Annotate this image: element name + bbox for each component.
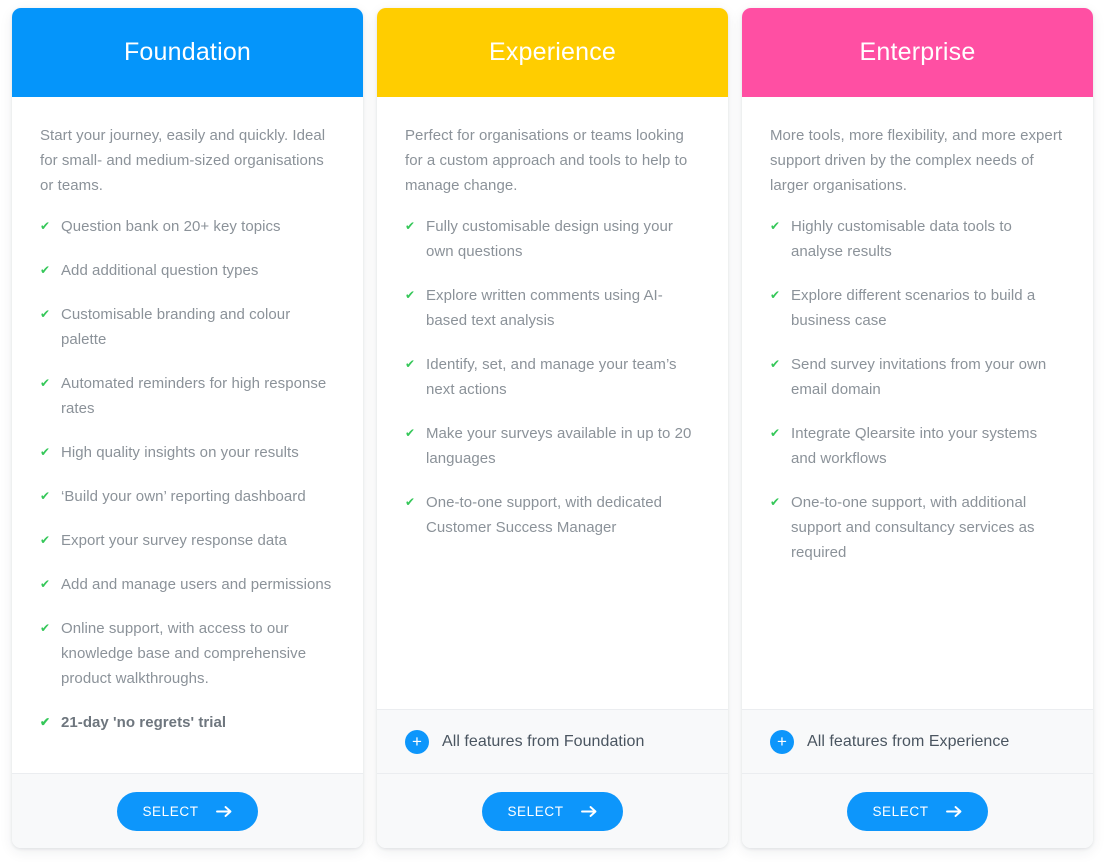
check-icon: ✔: [40, 219, 51, 233]
feature-label: One-to-one support, with additional supp…: [791, 494, 1035, 561]
feature-label: Customisable branding and colour palette: [61, 306, 291, 348]
feature-label: Online support, with access to our knowl…: [61, 620, 307, 687]
plan-description: Start your journey, easily and quickly. …: [40, 127, 326, 194]
feature-item: ✔ 21-day 'no regrets' trial: [40, 710, 335, 735]
feature-item: ✔ One-to-one support, with additional su…: [770, 490, 1065, 565]
feature-item: ✔ Question bank on 20+ key topics: [40, 214, 335, 239]
check-icon: ✔: [405, 495, 416, 509]
feature-label: Question bank on 20+ key topics: [61, 218, 281, 235]
plan-description: More tools, more flexibility, and more e…: [770, 127, 1063, 194]
feature-list-enterprise: ✔ Highly customisable data tools to anal…: [770, 214, 1065, 584]
feature-label: Explore written comments using AI-based …: [426, 287, 663, 329]
feature-label: Send survey invitations from your own em…: [791, 356, 1047, 398]
feature-item: ✔ Highly customisable data tools to anal…: [770, 214, 1065, 264]
select-button-label: SELECT: [142, 803, 199, 819]
select-button-enterprise[interactable]: SELECT: [847, 791, 988, 831]
feature-list-foundation: ✔ Question bank on 20+ key topics ✔ Add …: [40, 214, 335, 754]
includes-row-experience: + All features from Foundation: [377, 709, 728, 773]
check-icon: ✔: [770, 357, 781, 371]
feature-label: High quality insights on your results: [61, 444, 299, 461]
feature-label: 21-day 'no regrets' trial: [61, 714, 227, 731]
check-icon: ✔: [40, 263, 51, 277]
feature-label: Export your survey response data: [61, 532, 287, 549]
feature-label: Automated reminders for high response ra…: [61, 375, 327, 417]
check-icon: ✔: [405, 219, 416, 233]
arrow-right-icon: [945, 805, 963, 818]
feature-item: ✔ Customisable branding and colour palet…: [40, 302, 335, 352]
feature-item: ✔ Make your surveys available in up to 2…: [405, 421, 700, 471]
plan-body-experience: Perfect for organisations or teams looki…: [377, 97, 728, 709]
select-button-label: SELECT: [872, 803, 929, 819]
pricing-plans-container: Foundation Start your journey, easily an…: [0, 0, 1108, 862]
includes-label: All features from Foundation: [442, 732, 645, 750]
check-icon: ✔: [40, 715, 51, 729]
check-icon: ✔: [405, 288, 416, 302]
feature-item: ✔ Add and manage users and permissions: [40, 572, 335, 597]
feature-item: ✔ Fully customisable design using your o…: [405, 214, 700, 264]
feature-item: ✔ Integrate Qlearsite into your systems …: [770, 421, 1065, 471]
plan-header-experience: Experience: [377, 8, 728, 97]
feature-list-experience: ✔ Fully customisable design using your o…: [405, 214, 700, 559]
feature-item: ✔ Explore written comments using AI-base…: [405, 283, 700, 333]
feature-item: ✔ Identify, set, and manage your team’s …: [405, 352, 700, 402]
feature-label: Fully customisable design using your own…: [426, 218, 673, 260]
feature-item: ✔ ‘Build your own’ reporting dashboard: [40, 484, 335, 509]
feature-item: ✔ One-to-one support, with dedicated Cus…: [405, 490, 700, 540]
plan-card-enterprise: Enterprise More tools, more flexibility,…: [742, 8, 1093, 848]
plan-header-enterprise: Enterprise: [742, 8, 1093, 97]
check-icon: ✔: [40, 577, 51, 591]
plan-footer-enterprise: SELECT: [742, 773, 1093, 848]
feature-item: ✔ Automated reminders for high response …: [40, 371, 335, 421]
plan-card-foundation: Foundation Start your journey, easily an…: [12, 8, 363, 848]
feature-item: ✔ Add additional question types: [40, 258, 335, 283]
feature-label: One-to-one support, with dedicated Custo…: [426, 494, 663, 536]
plan-description: Perfect for organisations or teams looki…: [405, 127, 688, 194]
feature-label: Integrate Qlearsite into your systems an…: [791, 425, 1038, 467]
check-icon: ✔: [770, 219, 781, 233]
plan-title: Enterprise: [859, 38, 976, 66]
select-button-label: SELECT: [507, 803, 564, 819]
arrow-right-icon: [580, 805, 598, 818]
feature-item: ✔ Online support, with access to our kno…: [40, 616, 335, 691]
select-button-foundation[interactable]: SELECT: [117, 791, 258, 831]
feature-label: ‘Build your own’ reporting dashboard: [61, 488, 306, 505]
plan-body-enterprise: More tools, more flexibility, and more e…: [742, 97, 1093, 709]
feature-item: ✔ Send survey invitations from your own …: [770, 352, 1065, 402]
check-icon: ✔: [40, 307, 51, 321]
plan-footer-foundation: SELECT: [12, 773, 363, 848]
check-icon: ✔: [40, 621, 51, 635]
feature-label: Add additional question types: [61, 262, 259, 279]
plan-title: Experience: [488, 38, 617, 66]
plan-title: Foundation: [123, 38, 252, 66]
feature-label: Explore different scenarios to build a b…: [791, 287, 1036, 329]
plus-icon: +: [770, 729, 794, 754]
plan-body-foundation: Start your journey, easily and quickly. …: [12, 97, 363, 773]
plan-card-experience: Experience Perfect for organisations or …: [377, 8, 728, 848]
includes-label: All features from Experience: [807, 732, 1010, 750]
check-icon: ✔: [40, 533, 51, 547]
check-icon: ✔: [40, 489, 51, 503]
arrow-right-icon: [215, 805, 233, 818]
feature-label: Add and manage users and permissions: [61, 576, 332, 593]
check-icon: ✔: [405, 357, 416, 371]
plus-icon: +: [405, 729, 429, 754]
feature-label: Identify, set, and manage your team’s ne…: [426, 356, 677, 398]
check-icon: ✔: [770, 426, 781, 440]
feature-item: ✔ Explore different scenarios to build a…: [770, 283, 1065, 333]
includes-row-enterprise: + All features from Experience: [742, 709, 1093, 773]
feature-item: ✔ High quality insights on your results: [40, 440, 335, 465]
check-icon: ✔: [405, 426, 416, 440]
plan-header-foundation: Foundation: [12, 8, 363, 97]
feature-label: Make your surveys available in up to 20 …: [426, 425, 692, 467]
feature-label: Highly customisable data tools to analys…: [791, 218, 1012, 260]
feature-item: ✔ Export your survey response data: [40, 528, 335, 553]
select-button-experience[interactable]: SELECT: [482, 791, 623, 831]
plan-footer-experience: SELECT: [377, 773, 728, 848]
check-icon: ✔: [770, 288, 781, 302]
check-icon: ✔: [770, 495, 781, 509]
check-icon: ✔: [40, 445, 51, 459]
check-icon: ✔: [40, 376, 51, 390]
